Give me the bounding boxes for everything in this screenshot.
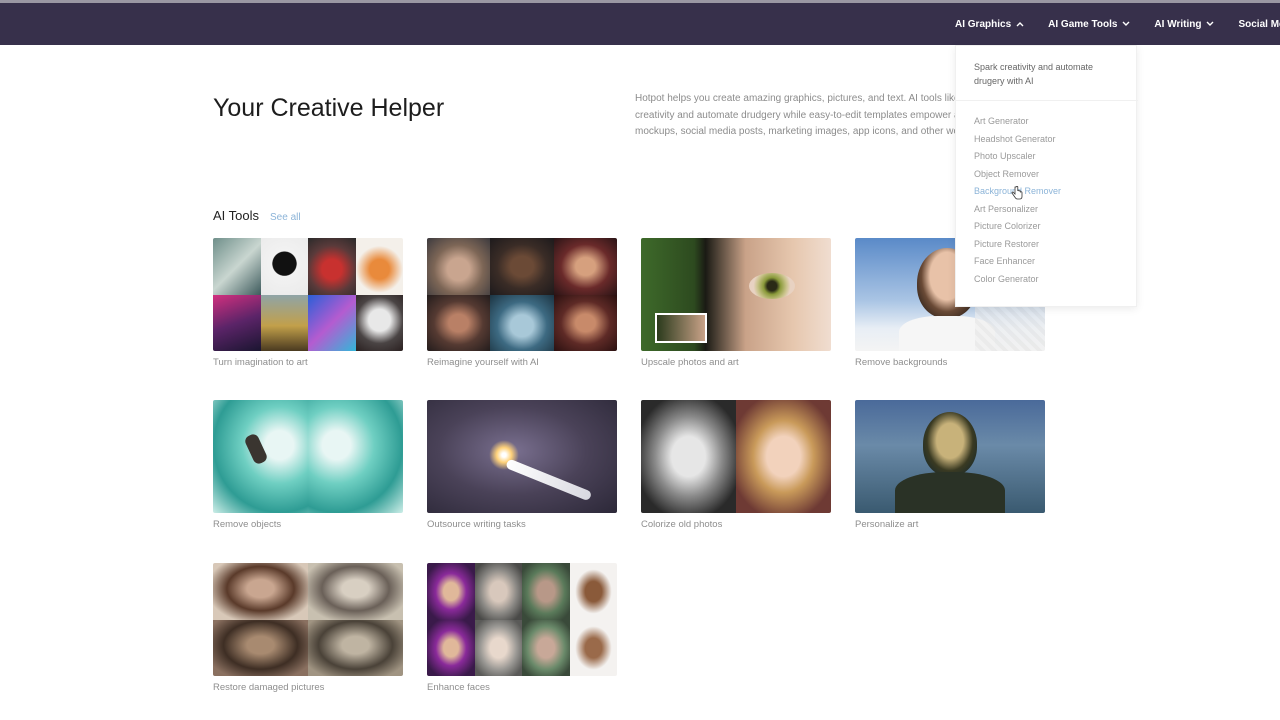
dropdown-item-picture-colorizer[interactable]: Picture Colorizer xyxy=(974,218,1061,236)
tool-card-label: Turn imagination to art xyxy=(213,357,308,368)
nav-ai-game-tools[interactable]: AI Game Tools xyxy=(1048,19,1130,30)
tool-card-label: Personalize art xyxy=(855,519,919,530)
faces-grid-thumbnail xyxy=(427,563,617,676)
tool-card-personalizer[interactable]: Personalize art xyxy=(855,400,1045,530)
hero-description-line: Hotpot helps you create amazing graphics… xyxy=(635,93,955,104)
tool-card-headshot[interactable]: Reimagine yourself with AI xyxy=(427,238,617,368)
tool-card-label: Enhance faces xyxy=(427,682,490,693)
tool-card-label: Restore damaged pictures xyxy=(213,682,325,693)
nav-ai-writing[interactable]: AI Writing xyxy=(1154,19,1214,30)
see-all-link[interactable]: See all xyxy=(270,212,301,223)
chevron-down-icon xyxy=(1122,21,1130,26)
dropdown-item-face-enhancer[interactable]: Face Enhancer xyxy=(974,253,1061,271)
hero-description-line: mockups, social media posts, marketing i… xyxy=(635,126,955,137)
tool-card-colorizer[interactable]: Colorize old photos xyxy=(641,400,831,530)
tool-card-label: Remove objects xyxy=(213,519,282,530)
top-nav-bar: AI Graphics AI Game Tools AI Writing Soc… xyxy=(0,0,1280,45)
main-nav: AI Graphics AI Game Tools AI Writing Soc… xyxy=(955,3,1280,45)
nav-social-media[interactable]: Social Media Gr xyxy=(1238,19,1280,30)
tool-card-restorer[interactable]: Restore damaged pictures xyxy=(213,563,403,693)
dropdown-divider xyxy=(956,100,1138,101)
nav-ai-game-tools-label: AI Game Tools xyxy=(1048,18,1118,30)
tool-card-upscaler[interactable]: Upscale photos and art xyxy=(641,238,831,368)
dropdown-list: Art Generator Headshot Generator Photo U… xyxy=(974,113,1061,288)
nav-ai-writing-label: AI Writing xyxy=(1154,18,1202,30)
surfer-wave-thumbnail xyxy=(213,400,403,513)
dropdown-item-object-remover[interactable]: Object Remover xyxy=(974,166,1061,184)
chevron-up-icon xyxy=(1016,22,1024,27)
tool-card-label: Colorize old photos xyxy=(641,519,723,530)
nav-ai-graphics[interactable]: AI Graphics xyxy=(955,19,1024,30)
tool-card-label: Outsource writing tasks xyxy=(427,519,526,530)
ai-graphics-dropdown: Spark creativity and automate drugery wi… xyxy=(955,45,1138,307)
tool-card-object-remover[interactable]: Remove objects xyxy=(213,400,403,530)
tool-card-face-enhancer[interactable]: Enhance faces xyxy=(427,563,617,693)
art-collage-thumbnail xyxy=(213,238,403,351)
dropdown-item-art-generator[interactable]: Art Generator xyxy=(974,113,1061,131)
nav-social-media-label: Social Media Gr xyxy=(1238,18,1280,30)
pen-sparks-thumbnail xyxy=(427,400,617,513)
dropdown-item-color-generator[interactable]: Color Generator xyxy=(974,271,1061,289)
mona-lisa-thumbnail xyxy=(855,400,1045,513)
old-photos-thumbnail xyxy=(213,563,403,676)
portrait-collage-thumbnail xyxy=(427,238,617,351)
tool-card-label: Upscale photos and art xyxy=(641,357,739,368)
bw-to-color-thumbnail xyxy=(641,400,831,513)
section-title: AI Tools xyxy=(213,208,260,223)
chevron-down-icon xyxy=(1206,21,1214,26)
dropdown-item-headshot-generator[interactable]: Headshot Generator xyxy=(974,131,1061,149)
tool-card-art-generator[interactable]: Turn imagination to art xyxy=(213,238,403,368)
ai-tools-header: AI Tools See all xyxy=(213,208,301,223)
dropdown-item-art-personalizer[interactable]: Art Personalizer xyxy=(974,201,1061,219)
hero-description: Hotpot helps you create amazing graphics… xyxy=(635,91,955,151)
nav-ai-graphics-label: AI Graphics xyxy=(955,18,1012,30)
dropdown-tagline: Spark creativity and automate drugery wi… xyxy=(974,62,1094,86)
tool-card-label: Reimagine yourself with AI xyxy=(427,357,539,368)
eye-closeup-thumbnail xyxy=(641,238,831,351)
tool-card-label: Remove backgrounds xyxy=(855,357,948,368)
hero-description-line: creativity and automate drudgery while e… xyxy=(635,109,955,121)
dropdown-item-photo-upscaler[interactable]: Photo Upscaler xyxy=(974,148,1061,166)
tool-card-writing[interactable]: Outsource writing tasks xyxy=(427,400,617,530)
dropdown-item-picture-restorer[interactable]: Picture Restorer xyxy=(974,236,1061,254)
page-title: Your Creative Helper xyxy=(213,94,445,122)
hand-cursor-icon xyxy=(1011,186,1023,200)
